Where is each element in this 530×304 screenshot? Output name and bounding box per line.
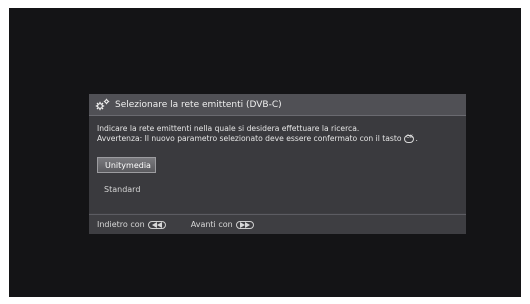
- warning-text-end: .: [415, 134, 418, 143]
- dialog-header: Selezionare la rete emittenti (DVB-C): [89, 94, 466, 116]
- forward-label: Avanti con: [190, 220, 233, 229]
- dialog-body: Indicare la rete emittenti nella quale s…: [89, 116, 466, 213]
- option-label: Unitymedia: [105, 160, 151, 170]
- warning-text: Avvertenza: Il nuovo parametro seleziona…: [97, 134, 418, 143]
- network-selection-dialog: Selezionare la rete emittenti (DVB-C) In…: [89, 94, 466, 234]
- option-standard[interactable]: Standard: [97, 181, 156, 197]
- option-label: Standard: [104, 184, 141, 194]
- back-hint[interactable]: Indietro con: [97, 220, 166, 229]
- warning-text-label: Avvertenza: Il nuovo parametro seleziona…: [97, 134, 402, 143]
- instruction-text: Indicare la rete emittenti nella quale s…: [97, 124, 360, 133]
- option-unitymedia[interactable]: Unitymedia: [97, 157, 156, 173]
- fast-forward-icon: [235, 220, 254, 229]
- ok-key-icon: OK: [404, 134, 415, 143]
- forward-hint[interactable]: Avanti con: [191, 220, 254, 229]
- rewind-icon: [147, 220, 166, 229]
- settings-gears-icon: [95, 98, 111, 112]
- back-label: Indietro con: [97, 220, 145, 229]
- dialog-title: Selezionare la rete emittenti (DVB-C): [115, 99, 282, 110]
- tv-screen: Selezionare la rete emittenti (DVB-C) In…: [9, 8, 521, 297]
- dialog-footer: Indietro con Avanti con: [89, 214, 466, 234]
